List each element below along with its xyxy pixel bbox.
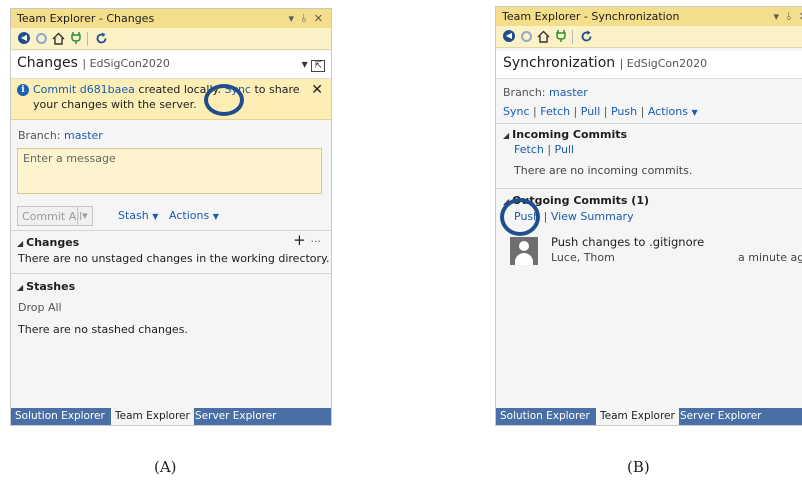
actions-dropdown[interactable]: Actions [648,105,688,118]
tab-server-explorer[interactable]: Server Explorer [676,408,766,425]
commit-time: a minute ago [738,251,802,264]
stashes-empty-text: There are no stashed changes. [18,323,188,336]
team-explorer-changes-panel: Team Explorer - Changes ▾ ⫰ ✕ ◀ Changes … [10,8,332,426]
collapse-triangle-icon[interactable]: ◢ [503,131,509,140]
back-icon[interactable]: ◀ [17,31,31,45]
collapse-triangle-icon[interactable]: ◢ [17,283,23,292]
info-bar: i Commit d681baea created locally. Sync … [11,79,331,120]
toolbar-separator [572,30,573,44]
repo-name: EdSigCon2020 [626,57,708,70]
caption-b: (B) [627,458,650,476]
toolbar: ◀ [496,26,802,48]
push-link[interactable]: Push [611,105,637,118]
tab-team-explorer[interactable]: Team Explorer [111,408,194,425]
stashes-section-header[interactable]: ◢ Stashes [17,280,75,293]
refresh-icon[interactable] [579,29,593,43]
home-icon[interactable] [51,31,65,45]
toolbar-separator [87,32,88,46]
repo-name: EdSigCon2020 [89,57,170,70]
connect-plug-icon[interactable] [69,31,83,45]
commit-author: Luce, Thom [551,251,615,264]
caption-a: (A) [154,458,177,476]
page-header: Synchronization | EdSigCon2020 [496,51,802,79]
highlight-circle-sync [204,84,244,116]
page-header: Changes | EdSigCon2020 ▾ ⇱ [11,51,331,79]
section-divider [11,230,331,231]
tab-strip: Solution Explorer Team Explorer Server E… [496,408,802,425]
window-controls[interactable]: ▾ ⫰ ✕ [773,7,802,26]
section-divider [496,188,802,189]
window-controls[interactable]: ▾ ⫰ ✕ [288,9,325,28]
back-icon[interactable]: ◀ [502,29,516,43]
tab-strip: Solution Explorer Team Explorer Server E… [11,408,331,425]
commit-message: Push changes to .gitignore [551,235,705,249]
highlight-circle-push [500,198,540,236]
fetch-link[interactable]: Fetch [540,105,570,118]
window-title: Team Explorer - Changes [17,12,155,25]
tab-solution-explorer[interactable]: Solution Explorer [11,408,109,425]
chevron-down-icon[interactable]: ▼ [77,207,92,225]
avatar [510,237,538,265]
connect-plug-icon[interactable] [554,29,568,43]
branch-row: Branch: master [503,86,588,99]
branch-row: Branch: master [18,129,103,142]
section-divider [11,273,331,274]
changes-empty-text: There are no unstaged changes in the wor… [18,252,330,265]
chevron-down-icon: ▼ [152,212,159,221]
chevron-down-icon: ▼ [212,212,219,221]
title-bar: Team Explorer - Changes ▾ ⫰ ✕ [11,9,331,28]
forward-icon[interactable] [34,31,48,45]
changes-section-header[interactable]: ◢ Changes [17,236,79,249]
incoming-links: Fetch | Pull [514,143,575,156]
section-divider [496,123,802,124]
window-title: Team Explorer - Synchronization [502,10,680,23]
toolbar: ◀ [11,28,331,50]
tab-solution-explorer[interactable]: Solution Explorer [496,408,594,425]
page-title: Changes [17,55,78,71]
home-icon[interactable] [536,29,550,43]
page-header-controls[interactable]: ▾ ⇱ [302,57,325,72]
incoming-commits-header[interactable]: ◢ Incoming Commits [503,128,627,141]
fetch-link[interactable]: Fetch [514,143,544,156]
collapse-triangle-icon[interactable]: ◢ [17,239,23,248]
view-summary-link[interactable]: View Summary [551,210,634,223]
page-title: Synchronization [503,55,616,71]
add-icon[interactable]: + ··· [293,231,321,249]
commit-all-button[interactable]: Commit All ▼ [17,206,93,226]
close-icon[interactable]: ✕ [311,82,323,98]
more-icon[interactable]: ··· [311,235,322,248]
page-title-row: Changes | EdSigCon2020 [17,55,170,71]
chevron-down-icon[interactable]: ▼ [692,108,698,117]
forward-icon[interactable] [519,29,533,43]
info-message: Commit d681baea created locally. Sync to… [33,83,300,111]
refresh-icon[interactable] [94,31,108,45]
branch-link[interactable]: master [64,129,103,142]
actions-dropdown[interactable]: Actions ▼ [169,209,219,222]
pull-link[interactable]: Pull [581,105,601,118]
undock-icon[interactable]: ⇱ [311,60,325,72]
incoming-empty-text: There are no incoming commits. [514,164,693,177]
commit-link[interactable]: Commit d681baea [33,83,135,96]
team-explorer-synchronization-panel: Team Explorer - Synchronization ▾ ⫰ ✕ ◀ … [495,6,802,426]
page-title-row: Synchronization | EdSigCon2020 [503,55,708,71]
commit-message-input[interactable]: Enter a message [17,148,322,194]
tab-server-explorer[interactable]: Server Explorer [191,408,281,425]
branch-link[interactable]: master [549,86,588,99]
stash-dropdown[interactable]: Stash ▼ [118,209,158,222]
drop-all-link[interactable]: Drop All [18,301,62,314]
pull-link[interactable]: Pull [555,143,575,156]
sync-nav-links: Sync | Fetch | Pull | Push | Actions ▼ [503,105,698,118]
tab-team-explorer[interactable]: Team Explorer [596,408,679,425]
title-bar: Team Explorer - Synchronization ▾ ⫰ ✕ [496,7,802,26]
info-icon: i [17,84,29,96]
message-placeholder: Enter a message [23,152,116,165]
sync-link[interactable]: Sync [503,105,530,118]
